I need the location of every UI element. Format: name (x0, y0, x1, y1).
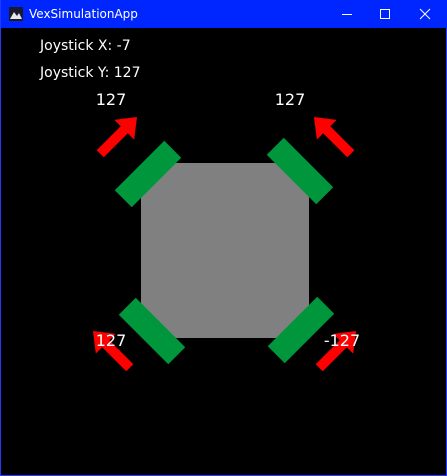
wheel-front-right-value: 127 (274, 90, 306, 109)
robot-scene (93, 117, 356, 372)
title-bar[interactable]: VexSimulationApp (1, 0, 447, 28)
wheel-front-left-value: 127 (95, 90, 127, 109)
wheel-back-left-value: 127 (95, 331, 127, 350)
arrow-front-left-icon (96, 117, 137, 158)
joystick-x-readout: Joystick X: -7 (40, 38, 131, 54)
joystick-y-readout: Joystick Y: 127 (40, 65, 141, 81)
simulation-canvas: Joystick X: -7 Joystick Y: 127 127 127 1… (1, 28, 447, 476)
maximize-icon (380, 9, 390, 19)
wheel-back-right-value: -127 (323, 331, 361, 350)
app-window: VexSimulationApp Joystick X: -7 Joystick… (0, 0, 447, 476)
robot-chassis (141, 163, 309, 338)
app-icon (9, 7, 23, 21)
arrow-front-right-icon (314, 117, 355, 158)
close-button[interactable] (402, 0, 447, 28)
close-icon (419, 8, 431, 20)
minimize-icon (342, 14, 352, 15)
window-title: VexSimulationApp (29, 7, 138, 21)
